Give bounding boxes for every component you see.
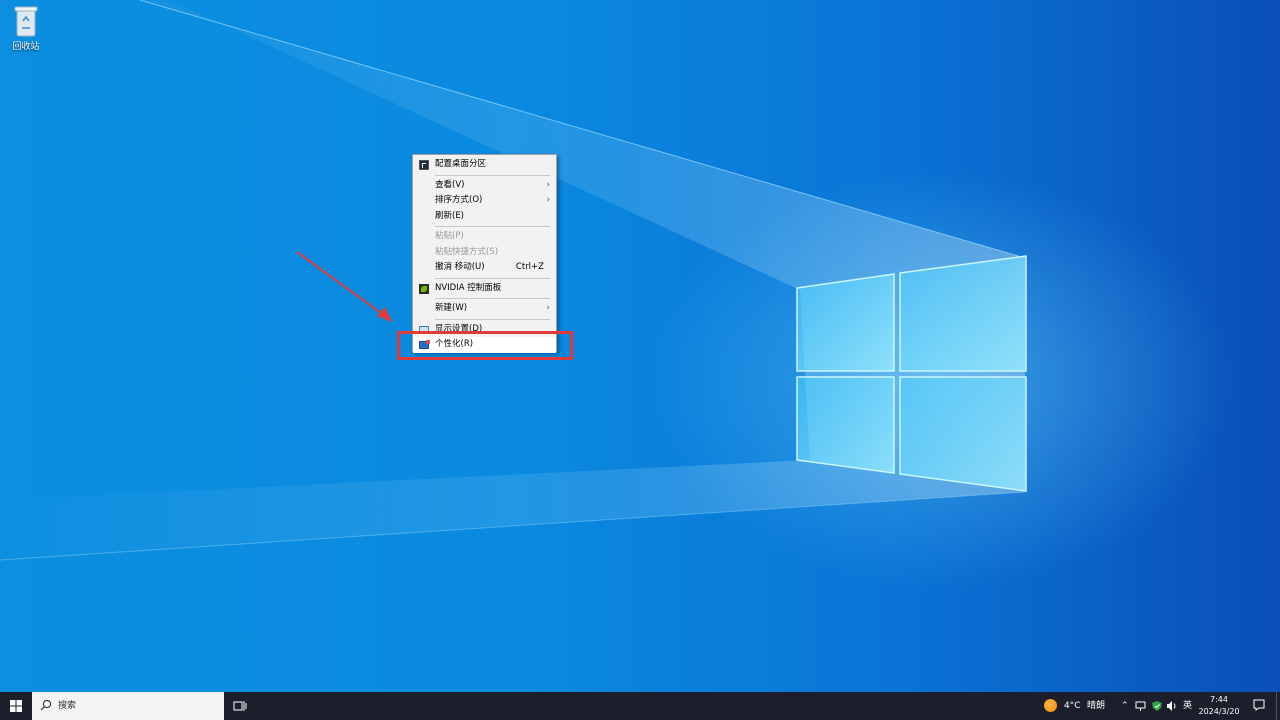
search-placeholder: 搜索: [58, 701, 77, 711]
chevron-up-icon[interactable]: ⌃: [1121, 692, 1129, 720]
menu-separator: [435, 174, 550, 176]
clock-time: 7:44: [1210, 695, 1228, 704]
chevron-right-icon: ›: [546, 303, 550, 313]
menu-item-view[interactable]: 查看(V) ›: [413, 178, 556, 194]
menu-item-paste: 粘贴(P): [413, 229, 556, 245]
annotation-highlight-box: [397, 331, 573, 360]
menu-item-shortcut: Ctrl+Z: [515, 262, 544, 272]
menu-item-label: 查看(V): [435, 179, 465, 190]
menu-item-label: 粘贴(P): [435, 231, 464, 241]
volume-icon[interactable]: [1166, 700, 1178, 712]
menu-separator: [435, 298, 550, 299]
menu-separator: [435, 318, 550, 320]
chevron-right-icon: ›: [546, 179, 550, 190]
menu-item-label: 新建(W): [435, 303, 468, 313]
taskbar-search-box[interactable]: 搜索: [32, 692, 224, 720]
menu-item-undo-move[interactable]: 撤消 移动(U) Ctrl+Z: [413, 260, 556, 276]
recycle-bin-label: 回收站: [12, 42, 40, 52]
desktop-context-menu: 配置桌面分区 查看(V) › 排序方式(O) › 刷新(E) 粘贴(P) 粘贴快…: [412, 154, 557, 353]
desktop-icon-recycle-bin[interactable]: 回收站: [6, 4, 46, 52]
menu-item-label: 粘贴快捷方式(S): [435, 246, 499, 257]
notification-center-icon[interactable]: [1253, 699, 1265, 711]
network-icon[interactable]: [1135, 700, 1147, 712]
recycle-bin-icon: [14, 6, 38, 37]
menu-item-label: 刷新(E): [435, 210, 465, 221]
desktop-background[interactable]: 回收站 配置桌面分区 查看(V) › 排序方式(O) › 刷新(E) 粘贴(P)…: [0, 0, 1280, 692]
security-shield-icon[interactable]: [1151, 700, 1163, 712]
start-button[interactable]: [0, 692, 32, 720]
menu-item-label: 配置桌面分区: [435, 159, 487, 169]
menu-item-configure-partition[interactable]: 配置桌面分区: [413, 157, 556, 173]
menu-item-label: 排序方式(O): [435, 195, 483, 205]
menu-separator: [435, 277, 550, 279]
menu-item-label: 撤消 移动(U): [435, 262, 485, 272]
weather-condition[interactable]: 晴朗: [1087, 692, 1105, 720]
input-language[interactable]: 英: [1183, 692, 1192, 720]
windows-logo-wallpaper: [796, 255, 1027, 492]
menu-item-sort-by[interactable]: 排序方式(O) ›: [413, 193, 556, 209]
taskbar: 搜索 4°C 晴朗 ⌃ 英 7:44 2024/3/20: [0, 692, 1280, 720]
menu-item-nvidia-control-panel[interactable]: NVIDIA 控制面板: [413, 281, 556, 297]
chevron-right-icon: ›: [546, 195, 550, 205]
task-view-icon[interactable]: [233, 700, 247, 712]
clock-date: 2024/3/20: [1198, 707, 1240, 716]
weather-sun-icon[interactable]: [1044, 699, 1057, 712]
search-icon: [40, 699, 52, 711]
weather-temperature[interactable]: 4°C: [1064, 692, 1081, 720]
menu-item-paste-shortcut: 粘贴快捷方式(S): [413, 245, 556, 261]
windows-start-icon: [10, 700, 22, 712]
nvidia-icon: [419, 283, 429, 294]
menu-separator: [435, 226, 550, 227]
taskbar-clock[interactable]: 7:44 2024/3/20: [1196, 694, 1242, 718]
desktop-partition-icon: [419, 160, 429, 170]
show-desktop-button[interactable]: [1276, 692, 1277, 720]
menu-item-new[interactable]: 新建(W) ›: [413, 301, 556, 317]
menu-item-label: NVIDIA 控制面板: [435, 282, 502, 293]
menu-item-refresh[interactable]: 刷新(E): [413, 209, 556, 225]
